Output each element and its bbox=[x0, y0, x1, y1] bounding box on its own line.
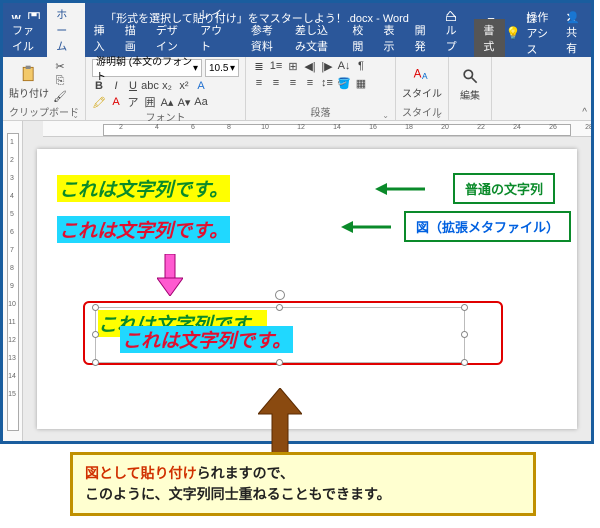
tab-layout[interactable]: レイアウト bbox=[191, 3, 242, 57]
grow-font-icon[interactable]: A▴ bbox=[160, 95, 174, 109]
ribbon-group-styles: AA スタイル スタイル bbox=[396, 57, 449, 120]
svg-text:A: A bbox=[414, 67, 422, 80]
align-center-icon[interactable]: ≡ bbox=[269, 76, 283, 90]
tab-developer[interactable]: 開発 bbox=[406, 19, 437, 57]
justify-icon[interactable]: ≡ bbox=[303, 76, 317, 90]
tab-mailings[interactable]: 差し込み文書 bbox=[286, 19, 343, 57]
tab-file[interactable]: ファイル bbox=[3, 19, 47, 57]
collapse-ribbon-icon[interactable]: ^ bbox=[582, 107, 587, 118]
copy-icon[interactable]: ⎘ bbox=[53, 75, 67, 89]
callout-metafile: 図（拡張メタファイル） bbox=[404, 211, 571, 242]
styles-button[interactable]: AA スタイル bbox=[402, 64, 442, 100]
pink-down-arrow bbox=[157, 254, 183, 301]
char-border-icon[interactable]: 囲 bbox=[143, 95, 157, 109]
arrow-callout-2 bbox=[341, 217, 391, 242]
pasted-image-object[interactable]: これは文字列です。 これは文字列です。 bbox=[95, 307, 465, 363]
tab-review[interactable]: 校閲 bbox=[343, 19, 374, 57]
ruby-icon[interactable]: ア bbox=[126, 95, 140, 109]
tellme-icon: 💡 bbox=[505, 26, 520, 40]
font-name-select[interactable]: 游明朝 (本文のフォント▾ bbox=[92, 59, 202, 77]
strike-icon[interactable]: abc bbox=[143, 79, 157, 93]
shrink-font-icon[interactable]: A▾ bbox=[177, 95, 191, 109]
highlight-icon[interactable]: 🖍 bbox=[92, 95, 106, 109]
text-line-2[interactable]: これは文字列です。 bbox=[57, 216, 230, 243]
ribbon-group-font: 游明朝 (本文のフォント▾ 10.5▾ B I U abc x₂ x² A 🖍 … bbox=[86, 57, 246, 120]
sort-icon[interactable]: A↓ bbox=[337, 59, 351, 73]
underline-icon[interactable]: U bbox=[126, 79, 140, 93]
numbering-icon[interactable]: 1≡ bbox=[269, 59, 283, 73]
shading-icon[interactable]: 🪣 bbox=[337, 76, 351, 90]
borders-icon[interactable]: ▦ bbox=[354, 76, 368, 90]
ribbon-group-clipboard: 貼り付け ✂ ⎘ 🖌 クリップボード bbox=[3, 57, 86, 120]
ruler-vertical: 123456789101112131415 bbox=[3, 121, 23, 441]
decrease-indent-icon[interactable]: ◀| bbox=[303, 59, 317, 73]
bold-icon[interactable]: B bbox=[92, 79, 106, 93]
ribbon: 貼り付け ✂ ⎘ 🖌 クリップボード 游明朝 (本文のフォント▾ 10.5▾ B… bbox=[3, 57, 591, 121]
overlay-text-2: これは文字列です。 bbox=[120, 326, 293, 353]
format-painter-icon[interactable]: 🖌 bbox=[53, 90, 67, 104]
page[interactable]: これは文字列です。 これは文字列です。 普通の文字列 図（拡張メタファイル） bbox=[37, 149, 577, 429]
ruler-horizontal: 2468101214161820222426283032343638404244… bbox=[43, 121, 591, 137]
tab-format[interactable]: 書式 bbox=[474, 19, 505, 57]
rotate-handle[interactable] bbox=[275, 290, 285, 300]
tab-draw[interactable]: 描画 bbox=[116, 19, 147, 57]
tab-view[interactable]: 表示 bbox=[374, 19, 405, 57]
brown-up-arrow bbox=[258, 388, 302, 461]
show-marks-icon[interactable]: ¶ bbox=[354, 59, 368, 73]
superscript-icon[interactable]: x² bbox=[177, 79, 191, 93]
line-spacing-icon[interactable]: ↕≡ bbox=[320, 76, 334, 90]
align-right-icon[interactable]: ≡ bbox=[286, 76, 300, 90]
tab-references[interactable]: 参考資料 bbox=[242, 19, 286, 57]
tab-home[interactable]: ホーム bbox=[47, 3, 84, 57]
explanation-caption: 図として貼り付けられますので、 このように、文字列同士重ねることもできます。 bbox=[70, 452, 536, 516]
share-button[interactable]: 👤 共有 bbox=[566, 11, 583, 56]
ribbon-tabs: ファイル ホーム 挿入 描画 デザイン レイアウト 参考資料 差し込み文書 校閲… bbox=[3, 33, 591, 57]
ribbon-group-paragraph: ≣ 1≡ ⊞ ◀| |▶ A↓ ¶ ≡ ≡ ≡ ≡ ↕≡ 🪣 ▦ bbox=[246, 57, 396, 120]
paste-button[interactable]: 貼り付け bbox=[9, 64, 49, 100]
callout-normal-text: 普通の文字列 bbox=[453, 173, 555, 204]
multilevel-icon[interactable]: ⊞ bbox=[286, 59, 300, 73]
subscript-icon[interactable]: x₂ bbox=[160, 79, 174, 93]
tellme-label[interactable]: 操作アシス bbox=[526, 9, 550, 57]
svg-text:A: A bbox=[422, 71, 428, 81]
align-left-icon[interactable]: ≡ bbox=[252, 76, 266, 90]
italic-icon[interactable]: I bbox=[109, 79, 123, 93]
text-effects-icon[interactable]: A bbox=[194, 79, 208, 93]
tab-insert[interactable]: 挿入 bbox=[85, 19, 116, 57]
arrow-callout-1 bbox=[375, 179, 425, 204]
bullets-icon[interactable]: ≣ bbox=[252, 59, 266, 73]
cut-icon[interactable]: ✂ bbox=[53, 60, 67, 74]
editing-button[interactable]: 編集 bbox=[455, 66, 485, 102]
tab-design[interactable]: デザイン bbox=[147, 19, 191, 57]
caption-highlight: 図として貼り付け bbox=[85, 465, 197, 481]
tab-help[interactable]: ヘルプ bbox=[437, 3, 475, 57]
word-window: W 「形式を選択して貼り付け」をマスターしよう！.docx - Word ▭ −… bbox=[0, 0, 594, 444]
ribbon-group-editing: 編集 . bbox=[449, 57, 492, 120]
clear-format-icon[interactable]: Aa bbox=[194, 95, 208, 109]
text-line-1[interactable]: これは文字列です。 bbox=[57, 175, 230, 202]
font-size-select[interactable]: 10.5▾ bbox=[205, 59, 239, 77]
font-color-icon[interactable]: A bbox=[109, 95, 123, 109]
increase-indent-icon[interactable]: |▶ bbox=[320, 59, 334, 73]
